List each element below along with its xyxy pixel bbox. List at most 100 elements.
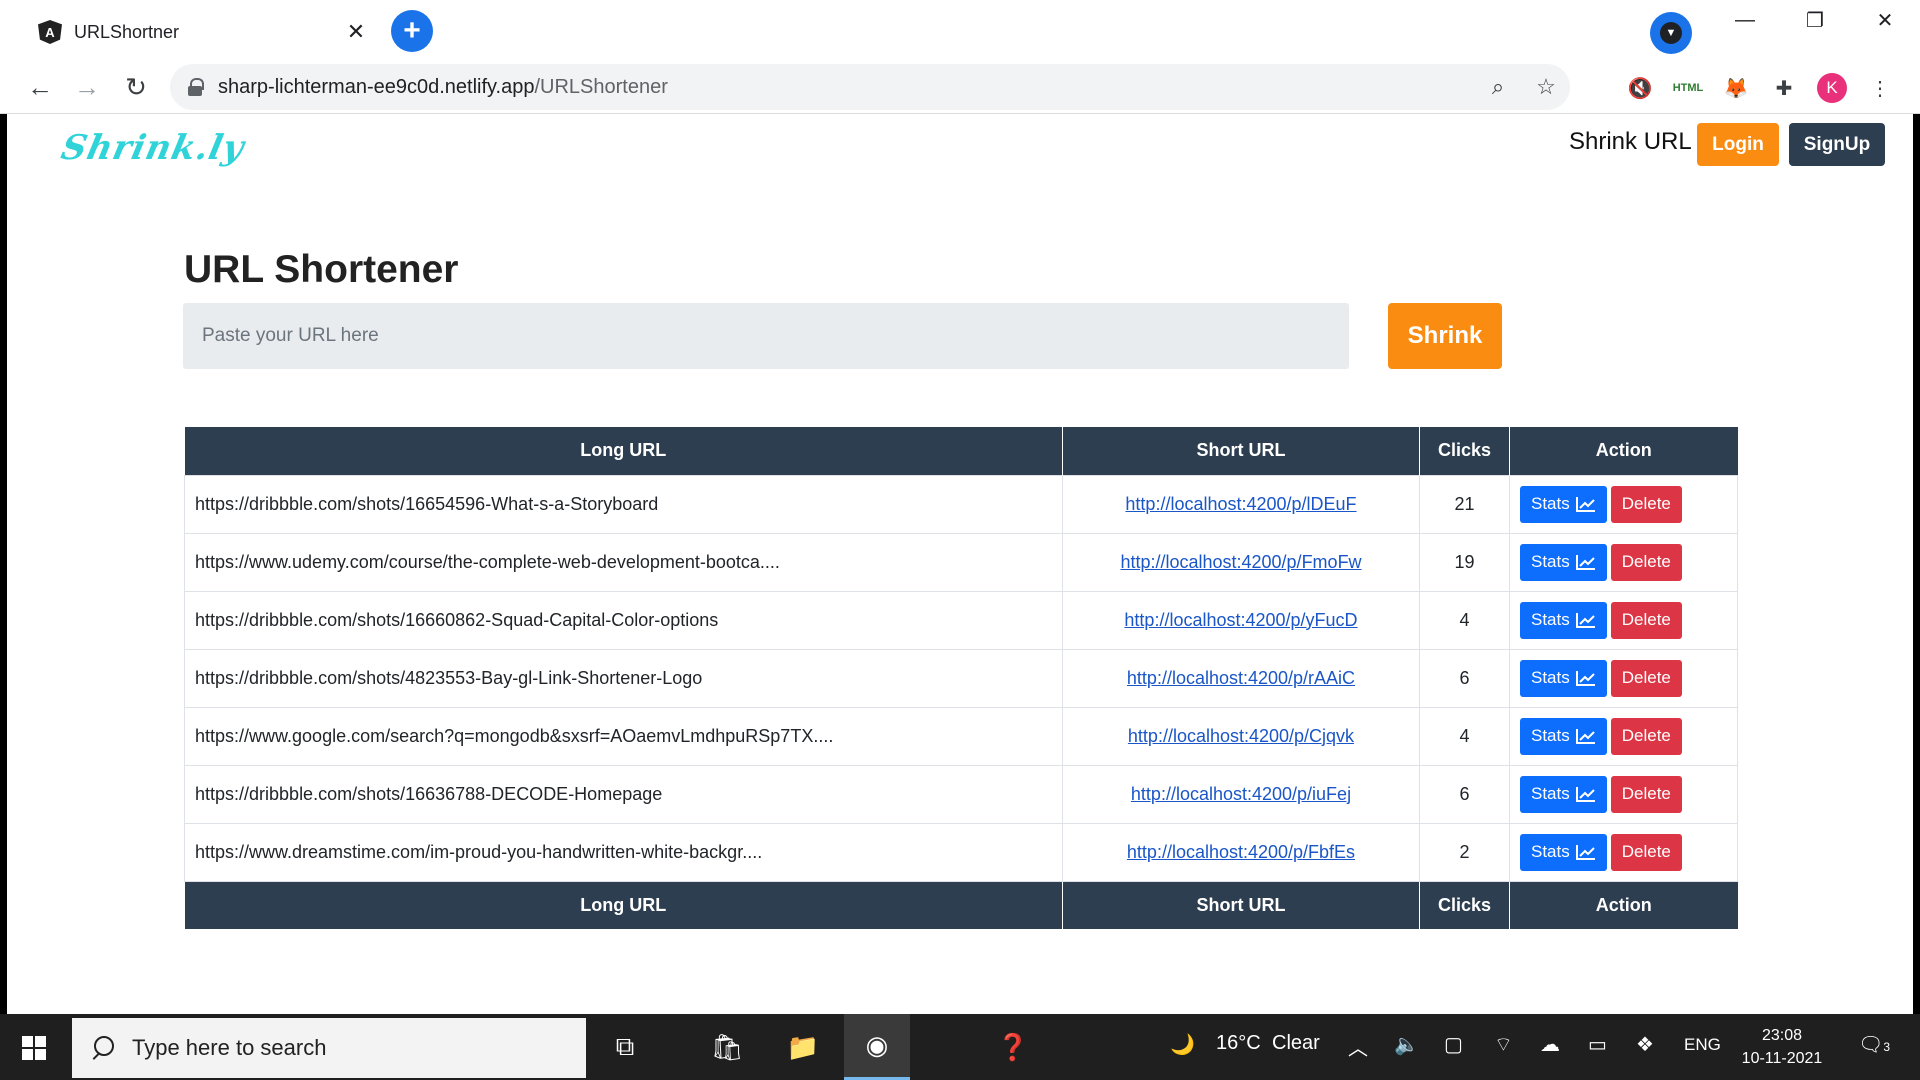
stats-button[interactable]: Stats: [1520, 601, 1607, 639]
short-url-link[interactable]: http://localhost:4200/p/FbfEs: [1127, 842, 1355, 862]
line-chart-icon: [1575, 555, 1595, 570]
store-icon[interactable]: 🛍: [694, 1014, 760, 1080]
file-explorer-icon[interactable]: 📁: [770, 1014, 836, 1080]
delete-button[interactable]: Delete: [1610, 717, 1682, 755]
line-chart-icon: [1575, 671, 1595, 686]
footer-short-url: Short URL: [1062, 881, 1420, 929]
chrome-icon[interactable]: ◉: [844, 1014, 910, 1080]
login-button[interactable]: Login: [1697, 123, 1779, 166]
footer-action: Action: [1509, 881, 1738, 929]
address-url[interactable]: sharp-lichterman-ee9c0d.netlify.app/URLS…: [218, 76, 1474, 99]
delete-button[interactable]: Delete: [1610, 833, 1682, 871]
stats-button[interactable]: Stats: [1520, 717, 1607, 755]
extensions-puzzle-icon[interactable]: ✚: [1766, 70, 1802, 106]
table-row: https://dribbble.com/shots/4823553-Bay-g…: [184, 648, 1738, 708]
dropbox-icon[interactable]: ❖: [1636, 1032, 1654, 1057]
short-url-cell: http://localhost:4200/p/FbfEs: [1062, 822, 1420, 882]
menu-kebab-icon[interactable]: ⋮: [1862, 70, 1898, 106]
task-view-icon[interactable]: ⧉: [592, 1014, 658, 1080]
forward-button[interactable]: →: [67, 67, 107, 107]
clicks-cell: 2: [1419, 822, 1510, 882]
stats-button[interactable]: Stats: [1520, 833, 1607, 871]
close-window-button[interactable]: ✕: [1850, 0, 1920, 40]
delete-button[interactable]: Delete: [1610, 485, 1682, 523]
language-indicator[interactable]: ENG: [1684, 1035, 1721, 1055]
windows-start-icon[interactable]: [22, 1036, 46, 1060]
short-url-link[interactable]: http://localhost:4200/p/FmoFw: [1120, 552, 1361, 572]
chevron-down-icon: ▼: [1660, 22, 1682, 44]
tray-chevron-up-icon[interactable]: ︿: [1348, 1032, 1368, 1061]
new-tab-button[interactable]: +: [391, 10, 433, 52]
taskbar-search-placeholder: Type here to search: [132, 1035, 327, 1060]
weather-desc[interactable]: Clear: [1272, 1032, 1320, 1055]
close-tab-icon[interactable]: ✕: [341, 17, 371, 47]
browser-tab[interactable]: A URLShortner ✕: [24, 4, 379, 60]
footer-long-url: Long URL: [184, 881, 1063, 929]
table-row: https://www.google.com/search?q=mongodb&…: [184, 706, 1738, 766]
delete-button[interactable]: Delete: [1610, 601, 1682, 639]
long-url-cell: https://dribbble.com/shots/16660862-Squa…: [184, 590, 1063, 650]
device-icon[interactable]: ▢: [1444, 1032, 1463, 1057]
wifi-icon[interactable]: ⌔: [1494, 1032, 1513, 1057]
delete-button[interactable]: Delete: [1610, 543, 1682, 581]
bookmark-star-icon[interactable]: ☆: [1522, 74, 1570, 100]
stats-label: Stats: [1531, 668, 1570, 687]
table-footer-row: Long URL Short URL Clicks Action: [184, 881, 1738, 929]
profile-avatar[interactable]: K: [1814, 70, 1850, 106]
help-icon[interactable]: ❓: [980, 1014, 1046, 1080]
volume-icon[interactable]: 🔈: [1394, 1032, 1419, 1057]
address-bar[interactable]: sharp-lichterman-ee9c0d.netlify.app/URLS…: [170, 64, 1570, 110]
url-path: /URLShortener: [534, 75, 668, 98]
short-url-link[interactable]: http://localhost:4200/p/yFucD: [1124, 610, 1357, 630]
minimize-button[interactable]: —: [1710, 0, 1780, 40]
web-page: Shrink.ly Shrink URL Login SignUp URL Sh…: [7, 114, 1913, 1014]
clicks-cell: 21: [1419, 474, 1510, 534]
metamask-fox-icon[interactable]: 🦊: [1718, 70, 1754, 106]
notification-icon[interactable]: 🗨3: [1858, 1032, 1890, 1057]
table-row: https://dribbble.com/shots/16636788-DECO…: [184, 764, 1738, 824]
battery-icon[interactable]: ▭: [1588, 1032, 1607, 1057]
clock-time: 23:08: [1761, 1027, 1803, 1044]
table-body: https://dribbble.com/shots/16654596-What…: [184, 474, 1738, 882]
avatar-letter: K: [1817, 73, 1847, 103]
long-url-cell: https://www.google.com/search?q=mongodb&…: [184, 706, 1063, 766]
back-button[interactable]: ←: [20, 67, 60, 107]
weather-moon-icon[interactable]: 🌙: [1170, 1032, 1195, 1057]
footer-clicks: Clicks: [1419, 881, 1510, 929]
shrink-button[interactable]: Shrink: [1388, 303, 1502, 369]
short-url-link[interactable]: http://localhost:4200/p/rAAiC: [1127, 668, 1355, 688]
clicks-cell: 6: [1419, 648, 1510, 708]
short-url-link[interactable]: http://localhost:4200/p/iuFej: [1131, 784, 1351, 804]
long-url-cell: https://dribbble.com/shots/16654596-What…: [184, 474, 1063, 534]
site-logo[interactable]: Shrink.ly: [58, 128, 248, 168]
screen: A URLShortner ✕ + ▼ — ❐ ✕ ← → ↻ sharp-li…: [0, 0, 1920, 1080]
tab-search-button[interactable]: ▼: [1650, 12, 1692, 54]
nav-shrink-url-link[interactable]: Shrink URL: [1569, 128, 1692, 156]
html-extension-icon[interactable]: HTML: [1670, 70, 1706, 106]
notification-count: 3: [1883, 1040, 1891, 1054]
url-input[interactable]: [183, 303, 1349, 369]
tab-title: URLShortner: [74, 21, 180, 42]
short-url-cell: http://localhost:4200/p/lDEuF: [1062, 474, 1420, 534]
clicks-cell: 4: [1419, 706, 1510, 766]
stats-label: Stats: [1531, 842, 1570, 861]
short-url-link[interactable]: http://localhost:4200/p/lDEuF: [1125, 494, 1356, 514]
signup-button[interactable]: SignUp: [1789, 123, 1885, 166]
delete-button[interactable]: Delete: [1610, 775, 1682, 813]
short-url-link[interactable]: http://localhost:4200/p/Cjqvk: [1128, 726, 1354, 746]
header-action: Action: [1509, 427, 1738, 475]
stats-button[interactable]: Stats: [1520, 543, 1607, 581]
taskbar-clock[interactable]: 23:08 10-11-2021: [1732, 1024, 1832, 1070]
onedrive-cloud-icon[interactable]: ☁: [1540, 1032, 1560, 1057]
stats-button[interactable]: Stats: [1520, 775, 1607, 813]
muted-speaker-icon[interactable]: 🔇: [1622, 70, 1658, 106]
stats-button[interactable]: Stats: [1520, 485, 1607, 523]
reload-button[interactable]: ↻: [116, 67, 156, 107]
taskbar-search-box[interactable]: Type here to search: [72, 1018, 586, 1078]
line-chart-icon: [1575, 613, 1595, 628]
restore-button[interactable]: ❐: [1780, 0, 1850, 40]
weather-temp[interactable]: 16°C: [1216, 1032, 1261, 1055]
delete-button[interactable]: Delete: [1610, 659, 1682, 697]
stats-button[interactable]: Stats: [1520, 659, 1607, 697]
zoom-icon[interactable]: ⌕: [1474, 74, 1522, 100]
